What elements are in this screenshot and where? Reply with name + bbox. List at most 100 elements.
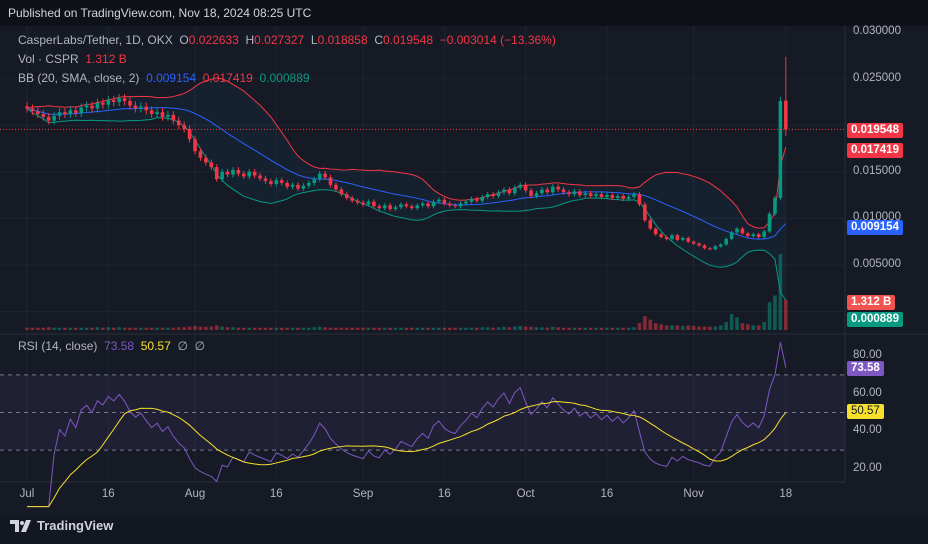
- volume-bar: [415, 327, 420, 330]
- volume-bar: [73, 327, 78, 330]
- candle-body: [128, 100, 132, 106]
- volume-bar: [52, 327, 56, 330]
- time-axis-label: 18: [779, 488, 793, 500]
- candle-body: [350, 197, 354, 201]
- candle-body: [366, 201, 371, 205]
- volume-bar: [149, 327, 154, 330]
- volume-bar: [431, 327, 436, 330]
- candle-body: [63, 112, 67, 115]
- tradingview-logo[interactable]: TradingView: [10, 518, 113, 533]
- candle-body: [724, 238, 728, 245]
- candle-body: [73, 110, 78, 114]
- volume-bar: [756, 325, 761, 330]
- candle-body: [594, 194, 598, 197]
- candle-body: [431, 201, 436, 207]
- volume-bar: [117, 327, 121, 330]
- volume-bar: [323, 327, 327, 330]
- volume-bar: [686, 325, 691, 330]
- candle-body: [57, 112, 62, 116]
- bb-label[interactable]: BB (20, SMA, close, 2): [18, 71, 139, 85]
- volume-bar: [68, 327, 73, 330]
- time-axis-label: Nov: [683, 488, 704, 500]
- volume-bar: [95, 327, 100, 330]
- volume-bar: [366, 327, 371, 330]
- candle-body: [290, 184, 295, 187]
- bb-lower-value: 0.000889: [259, 71, 310, 85]
- volume-bar: [90, 327, 94, 330]
- candle-body: [583, 193, 588, 196]
- volume-bar: [334, 327, 338, 330]
- volume-bar: [664, 325, 669, 330]
- candle-body: [556, 186, 560, 190]
- candle-body: [518, 184, 523, 188]
- open-label: O: [179, 33, 189, 47]
- volume-bar: [615, 327, 620, 330]
- volume-bar: [605, 327, 609, 330]
- candle-body: [729, 232, 734, 239]
- volume-bar: [361, 327, 365, 330]
- candle-body: [220, 171, 224, 180]
- volume-bar: [263, 327, 268, 330]
- candle-body: [301, 185, 306, 189]
- volume-bar: [79, 327, 83, 330]
- candle-body: [507, 189, 512, 194]
- candle-body: [117, 98, 121, 102]
- bb-basis-tag: 0.009154: [847, 220, 903, 235]
- candle-body: [361, 202, 365, 205]
- time-axis-label: Sep: [352, 488, 374, 500]
- change-value: −0.003014 (−13.36%): [439, 33, 556, 47]
- symbol-title[interactable]: CasperLabs/Tether, 1D, OKX: [18, 33, 173, 47]
- volume-bar: [225, 327, 230, 330]
- candle-body: [355, 200, 360, 203]
- candle-body: [258, 175, 262, 179]
- volume-bar: [751, 325, 756, 330]
- candle-body: [588, 193, 593, 197]
- volume-bar: [610, 327, 615, 330]
- candle-body: [572, 191, 577, 195]
- candle-body: [144, 106, 149, 111]
- volume-bar: [317, 326, 322, 330]
- volume-bar: [57, 327, 62, 330]
- candle-body: [578, 191, 582, 196]
- price-chart[interactable]: [0, 26, 928, 516]
- rsi-label[interactable]: RSI (14, close): [18, 339, 97, 353]
- bb-basis-value: 0.009154: [146, 71, 197, 85]
- close-value: 0.019548: [383, 33, 434, 47]
- candle-body: [236, 169, 241, 174]
- candle-body: [778, 100, 783, 198]
- volume-bar: [63, 327, 67, 330]
- volume-bar: [556, 327, 560, 330]
- candle-body: [605, 195, 609, 197]
- volume-bar: [702, 326, 707, 330]
- bb-upper-tag: 0.017419: [847, 143, 903, 158]
- candle-body: [122, 98, 127, 101]
- volume-bar: [242, 327, 246, 330]
- candle-body: [491, 194, 495, 197]
- candle-body: [751, 234, 756, 237]
- volume-bar: [236, 327, 241, 330]
- volume-bar: [735, 317, 739, 330]
- volume-bar: [25, 327, 29, 330]
- volume-bar: [46, 327, 51, 330]
- volume-bar: [626, 327, 631, 330]
- volume-bar: [285, 327, 289, 330]
- candle-body: [247, 171, 252, 177]
- volume-label[interactable]: Vol · CSPR: [18, 52, 79, 66]
- volume-bar: [41, 327, 46, 330]
- candle-body: [784, 100, 788, 130]
- rsi-extra-value: ∅: [194, 339, 206, 353]
- candle-body: [648, 220, 653, 229]
- volume-bar: [643, 316, 647, 330]
- volume-bar: [355, 327, 360, 330]
- candle-body: [691, 241, 696, 244]
- volume-bar: [507, 327, 512, 330]
- candle-body: [252, 171, 257, 176]
- open-value: 0.022633: [188, 33, 239, 47]
- volume-bar: [458, 327, 463, 330]
- candle-body: [718, 244, 723, 247]
- volume-bar: [529, 326, 533, 330]
- volume-bar: [101, 327, 105, 330]
- candle-body: [529, 190, 533, 197]
- candle-body: [382, 205, 387, 209]
- candle-body: [561, 189, 566, 193]
